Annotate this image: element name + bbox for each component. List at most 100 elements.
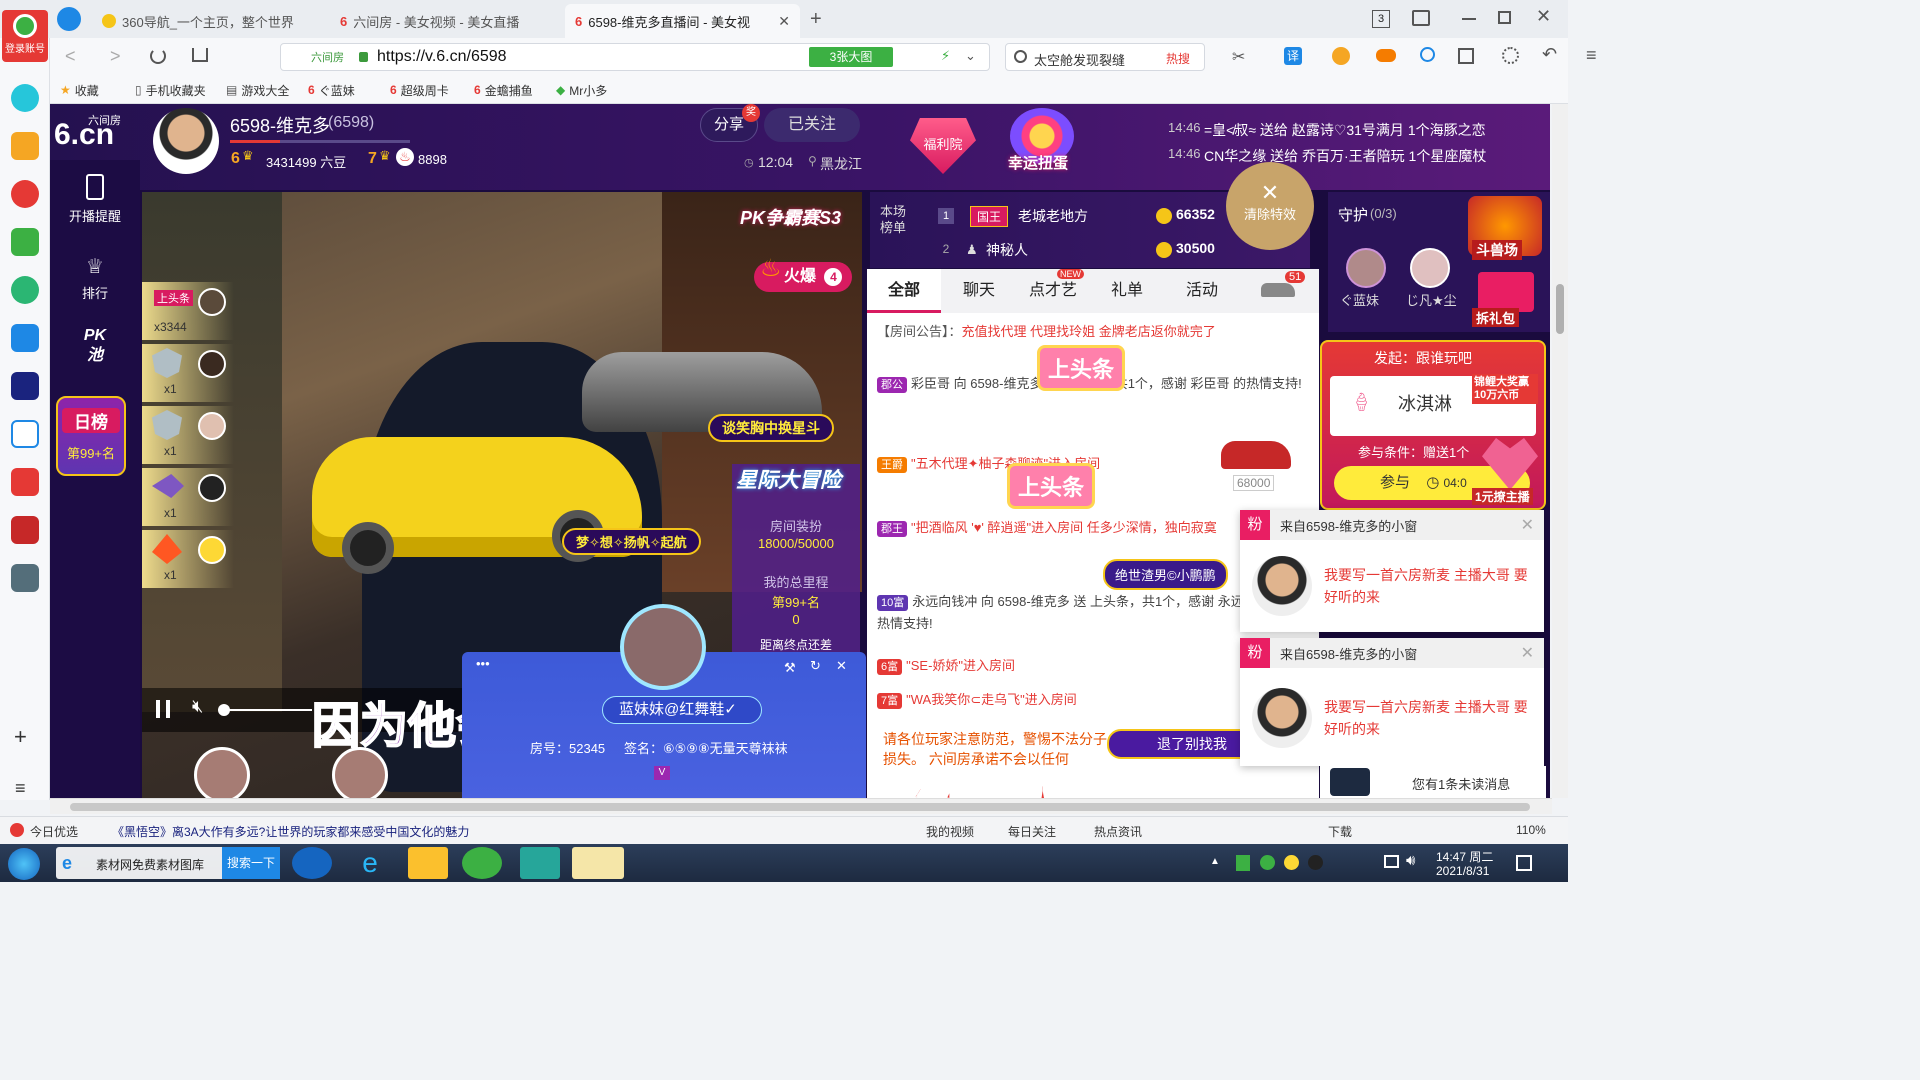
avatar[interactable]	[198, 412, 226, 440]
tab-count-badge[interactable]: 3	[1372, 10, 1390, 28]
maximize-icon[interactable]	[1498, 11, 1511, 24]
car-icon[interactable]	[1261, 283, 1295, 297]
minimize-icon[interactable]	[1462, 18, 1476, 20]
star-app-icon[interactable]	[11, 132, 39, 160]
vertical-scrollbar[interactable]	[1552, 104, 1568, 798]
daily-follow-link[interactable]: 每日关注	[1008, 823, 1056, 840]
undo-icon[interactable]: ↶	[1542, 44, 1557, 65]
tab-gift-list[interactable]: 礼单	[1099, 269, 1155, 313]
grid-icon[interactable]	[1458, 48, 1474, 64]
home-icon[interactable]	[192, 48, 208, 62]
action-center-icon[interactable]	[1516, 855, 1532, 871]
chat-notification[interactable]: 粉 来自6598-维克多的小窗 ✕ 我要写一首六房新麦 主播大哥 要好听的来	[1240, 638, 1544, 766]
close-icon[interactable]: ✕	[836, 658, 847, 674]
tray-volume-icon[interactable]: 🔊︎	[1406, 852, 1415, 869]
follow-button[interactable]: 已关注	[764, 108, 860, 142]
taskbar-player-icon[interactable]	[520, 847, 560, 879]
translate-button[interactable]: 译	[1284, 47, 1302, 65]
avatar[interactable]	[332, 747, 388, 798]
avatar[interactable]	[198, 350, 226, 378]
avatar[interactable]	[153, 108, 219, 174]
close-tab-icon[interactable]: ✕	[778, 13, 790, 30]
brightness-icon[interactable]	[1502, 47, 1519, 64]
fav-games[interactable]: ▤ 游戏大全	[226, 76, 289, 104]
sidenav-item-remind[interactable]: 开播提醒	[50, 174, 140, 234]
search-box[interactable]: 太空舱发现裂缝 热搜	[1005, 43, 1205, 71]
avatar[interactable]	[620, 604, 706, 690]
avatar[interactable]	[198, 536, 226, 564]
my-video-link[interactable]: 我的视频	[926, 823, 974, 840]
sidenav-item-rank[interactable]: ♕ 排行	[50, 254, 140, 314]
chat-notification[interactable]: 粉 来自6598-维克多的小窗 ✕ 我要写一首六房新麦 主播大哥 要好听的来	[1240, 510, 1544, 632]
character-icon[interactable]	[11, 516, 39, 544]
fav-mobile[interactable]: ▯ 手机收藏夹	[135, 76, 206, 104]
shirt-icon[interactable]	[1412, 10, 1430, 26]
taskbar-folder-icon[interactable]	[408, 847, 448, 879]
tray-arrow-icon[interactable]: ▲	[1210, 856, 1220, 867]
taskbar-k-icon[interactable]	[292, 847, 332, 879]
tray-shield-icon[interactable]	[1236, 855, 1250, 871]
avatar[interactable]	[1346, 248, 1386, 288]
sidenav-item-pk[interactable]: PK池	[50, 326, 140, 386]
coin-icon[interactable]	[1332, 47, 1350, 65]
more-icon[interactable]: •••	[476, 656, 490, 671]
new-tab-button[interactable]: +	[810, 8, 822, 31]
volume-slider[interactable]	[222, 709, 312, 711]
hot-badge[interactable]: ♨ 火爆 4	[754, 255, 852, 292]
back-icon[interactable]: <	[65, 46, 76, 67]
taskbar-game-icon[interactable]	[572, 847, 624, 879]
p-app-icon[interactable]	[11, 324, 39, 352]
search-button[interactable]: 搜索一下	[222, 847, 280, 879]
today-pick[interactable]: 今日优选	[30, 823, 78, 840]
wand-icon[interactable]: ⚒	[784, 660, 796, 676]
volume-knob[interactable]	[218, 704, 230, 716]
browser-logo[interactable]: 登录账号	[2, 10, 48, 62]
address-bar[interactable]: 六间房 https://v.6.cn/6598 3张大图 ⚡ ⌄	[280, 43, 990, 71]
weibo-icon[interactable]	[11, 180, 39, 208]
adventure-panel[interactable]: 星际大冒险 房间装扮 18000/50000 我的总里程 第99+名 0 距离终…	[732, 464, 860, 654]
tab-activity[interactable]: 活动	[1167, 269, 1237, 313]
start-icon[interactable]	[8, 848, 40, 880]
tray-qq-icon[interactable]	[1308, 855, 1323, 870]
avatar[interactable]	[1410, 248, 1450, 288]
taskbar-360-icon[interactable]	[462, 847, 502, 879]
fuli-badge[interactable]: 福利院	[910, 118, 976, 174]
hot-search-label[interactable]: 热搜	[1166, 50, 1190, 67]
site-logo[interactable]: 六间房 6.cn	[54, 110, 136, 154]
horizontal-scrollbar[interactable]	[50, 798, 1552, 814]
hot-news-link[interactable]: 热点资讯	[1094, 823, 1142, 840]
download-link[interactable]: 下载	[1328, 823, 1352, 840]
unread-bar[interactable]: 您有1条未读消息	[1320, 766, 1546, 798]
news-icon[interactable]	[11, 372, 39, 400]
gift-box-icon[interactable]	[1478, 272, 1534, 312]
cloud-icon[interactable]	[11, 276, 39, 304]
pk-banner[interactable]: PK争霸赛S3	[740, 204, 841, 230]
avatar[interactable]	[198, 288, 226, 316]
daily-rank-badge[interactable]: 日榜 第99+名	[56, 396, 126, 476]
tab-all[interactable]: 全部	[867, 269, 941, 313]
rank-title[interactable]: 本场榜单	[880, 204, 912, 236]
send-icon[interactable]	[57, 7, 81, 31]
castle-icon[interactable]	[11, 564, 39, 592]
close-window-icon[interactable]: ✕	[1536, 6, 1551, 27]
tab-6598[interactable]: 6 6598-维克多直播间 - 美女视 ✕	[565, 4, 800, 38]
clock-date[interactable]: 2021/8/31	[1436, 864, 1489, 878]
avatar[interactable]	[194, 747, 250, 798]
tray-network-icon[interactable]	[1384, 855, 1399, 868]
taskbar-app-ie[interactable]: e 素材网免费素材图库 搜索一下	[56, 847, 280, 879]
word-icon[interactable]	[11, 420, 39, 448]
tab-360[interactable]: 360导航_一个主页，整个世界	[92, 4, 327, 38]
add-icon[interactable]: +	[14, 724, 27, 750]
list-icon[interactable]: ≡	[15, 778, 26, 799]
fav-weekcard[interactable]: 6 超级周卡	[390, 76, 449, 104]
close-icon[interactable]: ✕	[1521, 515, 1534, 535]
refresh-icon[interactable]	[150, 48, 166, 64]
mail-icon[interactable]	[11, 228, 39, 256]
avatar[interactable]	[198, 474, 226, 502]
clear-effects-button[interactable]: ✕ 清除特效	[1226, 162, 1314, 250]
close-icon[interactable]: ✕	[1521, 643, 1534, 663]
rank-name[interactable]: 老城老地方	[1018, 206, 1088, 226]
fav-lanmei[interactable]: 6 ぐ蓝妹	[308, 76, 355, 104]
search-input[interactable]: 太空舱发现裂缝	[1034, 50, 1125, 69]
lightning-icon[interactable]: ⚡	[941, 48, 950, 64]
